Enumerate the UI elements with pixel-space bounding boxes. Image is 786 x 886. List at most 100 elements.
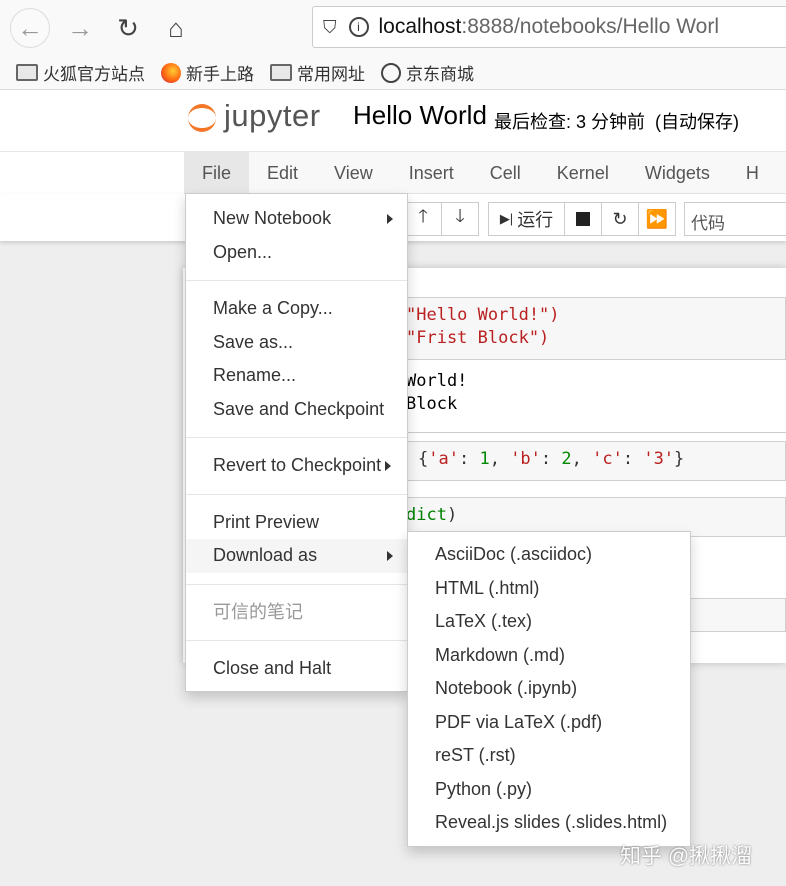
move-up-button[interactable]: 🡑 [404, 202, 442, 236]
code-token: '3' [643, 449, 675, 469]
menu-insert[interactable]: Insert [391, 152, 472, 193]
menu-item-make-copy[interactable]: Make a Copy... [186, 292, 407, 326]
code-token: dict [406, 505, 447, 525]
arrow-down-icon: 🡓 [455, 206, 465, 226]
checkpoint-status: 最后检查: 3 分钟前 (自动保存) [494, 108, 739, 134]
menu-item-save-as[interactable]: Save as... [186, 326, 407, 360]
menu-view[interactable]: View [316, 152, 391, 193]
download-latex[interactable]: LaTeX (.tex) [408, 605, 690, 639]
code-line: "Hello World!") [406, 305, 560, 325]
download-as-submenu: AsciiDoc (.asciidoc) HTML (.html) LaTeX … [407, 531, 691, 847]
checkpoint-text: 最后检查: 3 分钟前 [494, 112, 646, 132]
bookmark-label: 火狐官方站点 [43, 65, 145, 84]
code-token: ) [446, 505, 458, 525]
shield-icon: ⛉ [323, 16, 337, 37]
forward-button[interactable]: → [60, 8, 100, 48]
output-line: Block [406, 394, 458, 414]
output-line: World! [406, 371, 468, 391]
bookmark-label: 常用网址 [297, 65, 365, 84]
url-bar[interactable]: ⛉ i localhost:8888/notebooks/Hello Worl [312, 6, 786, 48]
folder-icon [16, 64, 38, 81]
bookmark-label: 京东商城 [406, 65, 474, 84]
download-rest[interactable]: reST (.rst) [408, 739, 690, 773]
menu-cell[interactable]: Cell [472, 152, 539, 193]
divider [186, 280, 407, 281]
download-slides[interactable]: Reveal.js slides (.slides.html) [408, 806, 690, 840]
menu-file[interactable]: File [184, 152, 250, 193]
code-line: "Frist Block") [406, 328, 550, 348]
run-button[interactable]: ▶| 运行 [488, 202, 565, 236]
divider [186, 640, 407, 641]
caret-right-icon [387, 551, 393, 561]
code-token: 'a' [428, 449, 459, 469]
download-markdown[interactable]: Markdown (.md) [408, 639, 690, 673]
restart-icon: ↻ [612, 208, 628, 229]
reload-button[interactable]: ↻ [108, 8, 148, 48]
download-pdf[interactable]: PDF via LaTeX (.pdf) [408, 706, 690, 740]
code-token: { [418, 449, 429, 469]
code-token: 'b' [510, 449, 541, 469]
menu-item-print-preview[interactable]: Print Preview [186, 506, 407, 540]
back-button[interactable]: ← [10, 8, 50, 48]
move-down-button[interactable]: 🡓 [441, 202, 479, 236]
bookmark-common-sites[interactable]: 常用网址 [270, 60, 365, 85]
file-menu: New Notebook Open... Make a Copy... Save… [185, 193, 408, 692]
jupyter-logo[interactable]: jupyter [188, 98, 321, 134]
interrupt-button[interactable] [564, 202, 602, 236]
menu-item-new-notebook[interactable]: New Notebook [186, 202, 407, 236]
menu-item-open[interactable]: Open... [186, 236, 407, 270]
firefox-icon [161, 62, 181, 83]
bookmark-label: 新手上路 [186, 65, 254, 84]
fast-forward-icon: ⏩ [645, 208, 669, 229]
download-asciidoc[interactable]: AsciiDoc (.asciidoc) [408, 538, 690, 572]
restart-run-all-button[interactable]: ⏩ [638, 202, 676, 236]
bookmark-firefox-site[interactable]: 火狐官方站点 [16, 60, 145, 85]
code-token: } [674, 449, 685, 469]
code-token: 'c' [592, 449, 623, 469]
watermark: 知乎 @揪揪溜 [620, 845, 753, 868]
menu-item-label: Revert to Checkpoint [213, 455, 382, 475]
menu-item-label: New Notebook [213, 208, 332, 228]
autosave-text: (自动保存) [655, 112, 740, 132]
cell-output-1: World! Block [406, 370, 467, 416]
browser-toolbar: ← → ↻ ⌂ ⛉ i localhost:8888/notebooks/Hel… [0, 0, 786, 56]
restart-button[interactable]: ↻ [601, 202, 639, 236]
caret-right-icon [387, 214, 393, 224]
menu-item-download-as[interactable]: Download as [186, 539, 407, 573]
code-token: 1 [479, 449, 490, 469]
menu-item-rename[interactable]: Rename... [186, 359, 407, 393]
arrow-up-icon: 🡑 [418, 206, 428, 226]
menu-item-revert-checkpoint[interactable]: Revert to Checkpoint [186, 449, 407, 483]
divider [186, 437, 407, 438]
code-token: 2 [561, 449, 572, 469]
globe-icon [381, 62, 401, 83]
menubar: File Edit View Insert Cell Kernel Widget… [184, 152, 786, 194]
url-path: :8888/notebooks/Hello Worl [461, 15, 719, 38]
notebook-title[interactable]: Hello World [353, 100, 487, 131]
menu-widgets[interactable]: Widgets [627, 152, 728, 193]
menu-item-save-checkpoint[interactable]: Save and Checkpoint [186, 393, 407, 427]
menu-help[interactable]: H [728, 152, 777, 193]
download-html[interactable]: HTML (.html) [408, 572, 690, 606]
logo-text: jupyter [224, 98, 321, 133]
stop-icon [576, 212, 590, 226]
run-label: 运行 [517, 210, 554, 230]
menu-kernel[interactable]: Kernel [539, 152, 627, 193]
jupyter-logo-icon [188, 98, 216, 134]
cell-type-select[interactable]: 代码 [684, 202, 786, 236]
download-notebook[interactable]: Notebook (.ipynb) [408, 672, 690, 706]
menu-item-trusted-notebook: 可信的笔记 [213, 601, 303, 622]
step-forward-icon: ▶| [499, 211, 514, 226]
bookmark-jd[interactable]: 京东商城 [381, 60, 474, 85]
divider [186, 583, 407, 585]
caret-right-icon [385, 461, 391, 471]
menu-item-label: Download as [213, 545, 318, 565]
menu-item-close-halt[interactable]: Close and Halt [186, 652, 407, 686]
menu-edit[interactable]: Edit [249, 152, 316, 193]
home-button[interactable]: ⌂ [156, 8, 196, 48]
bookmark-getting-started[interactable]: 新手上路 [161, 60, 254, 85]
bookmarks-bar: 火狐官方站点 新手上路 常用网址 京东商城 [0, 56, 786, 90]
download-python[interactable]: Python (.py) [408, 773, 690, 807]
folder-icon [270, 64, 292, 81]
info-icon: i [348, 17, 369, 37]
